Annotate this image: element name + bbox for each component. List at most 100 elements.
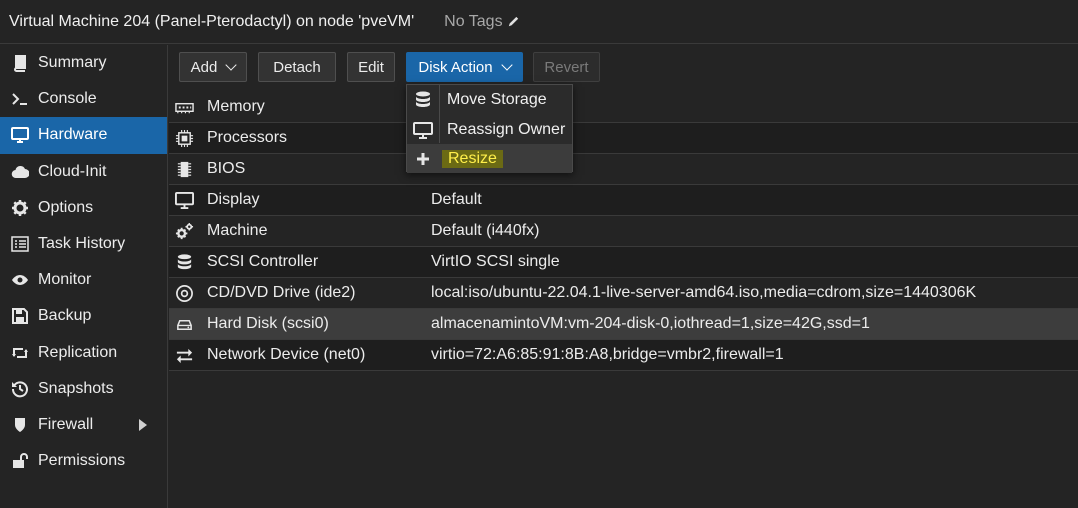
sidebar-item-label: Replication — [38, 343, 118, 361]
book-icon — [10, 53, 30, 73]
hardware-name: Processors — [207, 129, 288, 146]
menu-item-move-storage[interactable]: Move Storage — [407, 85, 572, 114]
sidebar-item-label: Cloud-Init — [38, 162, 107, 180]
hardware-value: Default (i440fx) — [431, 222, 540, 239]
menu-item-label: Move Storage — [447, 90, 547, 108]
hardware-name: Network Device (net0) — [207, 346, 366, 363]
sidebar-item-backup[interactable]: Backup — [0, 298, 167, 334]
list-icon — [10, 234, 30, 254]
sidebar-item-label: Task History — [38, 235, 126, 253]
sidebar-item-cloud-init[interactable]: Cloud-Init — [0, 154, 167, 190]
chevron-down-icon — [225, 58, 238, 71]
sidebar-item-hardware[interactable]: Hardware — [0, 117, 167, 154]
sidebar-item-permissions[interactable]: Permissions — [0, 443, 167, 479]
hardware-name: CD/DVD Drive (ide2) — [207, 284, 356, 301]
shield-icon — [10, 415, 30, 435]
hardware-row-display[interactable]: Display Default — [169, 185, 1078, 216]
add-button[interactable]: Add — [179, 52, 247, 82]
sidebar-item-label: Options — [38, 198, 94, 216]
hardware-name: Hard Disk (scsi0) — [207, 315, 329, 332]
cloud-icon — [10, 162, 30, 182]
hardware-name: SCSI Controller — [207, 253, 319, 270]
menu-item-label: Resize — [442, 149, 503, 168]
hardware-toolbar: Add Detach Edit Disk Action Revert — [169, 45, 1078, 92]
monitor-icon — [174, 190, 194, 210]
database-icon — [174, 252, 194, 272]
sidebar-item-task-history[interactable]: Task History — [0, 226, 167, 262]
hardware-row-processors[interactable]: Processors — [169, 123, 1078, 154]
menu-item-label: Reassign Owner — [447, 120, 566, 138]
revert-button[interactable]: Revert — [533, 52, 600, 82]
floppy-icon — [10, 306, 30, 326]
menu-item-resize[interactable]: Resize — [407, 144, 572, 173]
sidebar-item-console[interactable]: Console — [0, 81, 167, 117]
history-icon — [10, 379, 30, 399]
hardware-row-hard-disk[interactable]: Hard Disk (scsi0) almacenamintoVM:vm-204… — [169, 309, 1078, 340]
tags-label: No Tags — [444, 12, 503, 30]
hardware-row-memory[interactable]: Memory — [169, 92, 1078, 123]
sidebar-item-label: Console — [38, 90, 97, 108]
hardware-name: Display — [207, 191, 260, 208]
hardware-name: BIOS — [207, 160, 246, 177]
disk-action-button-label: Disk Action — [418, 58, 493, 76]
sidebar-item-summary[interactable]: Summary — [0, 45, 167, 81]
database-icon — [411, 88, 435, 112]
terminal-icon — [10, 89, 30, 109]
hardware-row-scsi-controller[interactable]: SCSI Controller VirtIO SCSI single — [169, 247, 1078, 278]
sidebar-item-snapshots[interactable]: Snapshots — [0, 371, 167, 407]
tags-editor[interactable]: No Tags — [444, 13, 520, 31]
disc-icon — [174, 283, 194, 303]
sidebar-item-label: Snapshots — [38, 379, 114, 397]
sidebar-item-monitor[interactable]: Monitor — [0, 262, 167, 298]
expand-arrow-icon[interactable] — [139, 418, 147, 431]
sidebar-item-label: Firewall — [38, 415, 94, 433]
hardware-row-bios[interactable]: BIOS — [169, 154, 1078, 185]
exchange-icon — [174, 345, 194, 365]
hardware-row-network-device[interactable]: Network Device (net0) virtio=72:A6:85:91… — [169, 340, 1078, 371]
desktop-icon — [411, 118, 435, 142]
retweet-icon — [10, 343, 30, 363]
hardware-value: VirtIO SCSI single — [431, 253, 560, 270]
hardware-row-cd-dvd-drive[interactable]: CD/DVD Drive (ide2) local:iso/ubuntu-22.… — [169, 278, 1078, 309]
edit-button-label: Edit — [358, 58, 384, 76]
add-button-label: Add — [190, 58, 218, 76]
chevron-down-icon — [500, 58, 513, 71]
sidebar: Summary Console Hardware Cloud-Init Opti… — [0, 45, 168, 508]
desktop-icon — [10, 125, 30, 145]
sidebar-item-label: Monitor — [38, 271, 92, 289]
hardware-grid: Memory Processors BIOS Display Default M… — [169, 92, 1078, 371]
pencil-icon[interactable] — [506, 14, 521, 29]
sidebar-item-options[interactable]: Options — [0, 190, 167, 226]
hardware-value: local:iso/ubuntu-22.04.1-live-server-amd… — [431, 284, 977, 301]
hardware-name: Memory — [207, 98, 265, 115]
hardware-row-machine[interactable]: Machine Default (i440fx) — [169, 216, 1078, 247]
cpu-icon — [174, 128, 194, 148]
disk-action-button[interactable]: Disk Action — [406, 52, 523, 82]
harddisk-icon — [174, 314, 194, 334]
hardware-name: Machine — [207, 222, 268, 239]
hardware-value: virtio=72:A6:85:91:8B:A8,bridge=vmbr2,fi… — [431, 346, 784, 363]
sidebar-item-label: Hardware — [38, 126, 108, 144]
disk-action-menu: Move Storage Reassign Owner Resize — [406, 84, 573, 173]
eye-icon — [10, 270, 30, 290]
menu-item-reassign-owner[interactable]: Reassign Owner — [407, 115, 572, 144]
sidebar-item-label: Permissions — [38, 452, 126, 470]
chip-icon — [174, 159, 194, 179]
plus-icon — [411, 147, 435, 171]
sidebar-item-label: Summary — [38, 54, 107, 72]
detach-button[interactable]: Detach — [258, 52, 336, 82]
title-bar: Virtual Machine 204 (Panel-Pterodactyl) … — [0, 0, 1078, 44]
revert-button-label: Revert — [544, 58, 589, 76]
cogs-icon — [174, 221, 194, 241]
detach-button-label: Detach — [273, 58, 321, 76]
edit-button[interactable]: Edit — [347, 52, 395, 82]
sidebar-item-label: Backup — [38, 307, 92, 325]
hardware-value: almacenamintoVM:vm-204-disk-0,iothread=1… — [431, 315, 870, 332]
page-title: Virtual Machine 204 (Panel-Pterodactyl) … — [9, 12, 415, 30]
sidebar-item-firewall[interactable]: Firewall — [0, 407, 167, 443]
memory-icon — [174, 97, 194, 117]
sidebar-item-replication[interactable]: Replication — [0, 335, 167, 371]
unlock-icon — [10, 451, 30, 471]
hardware-value: Default — [431, 191, 482, 208]
gear-icon — [10, 198, 30, 218]
